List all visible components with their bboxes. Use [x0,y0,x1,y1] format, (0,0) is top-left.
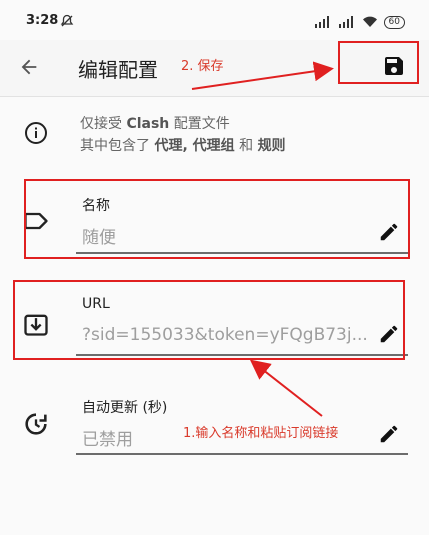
annotation-arrows [191,61,334,417]
save-arrow [191,61,334,90]
input-arrow [249,359,323,417]
